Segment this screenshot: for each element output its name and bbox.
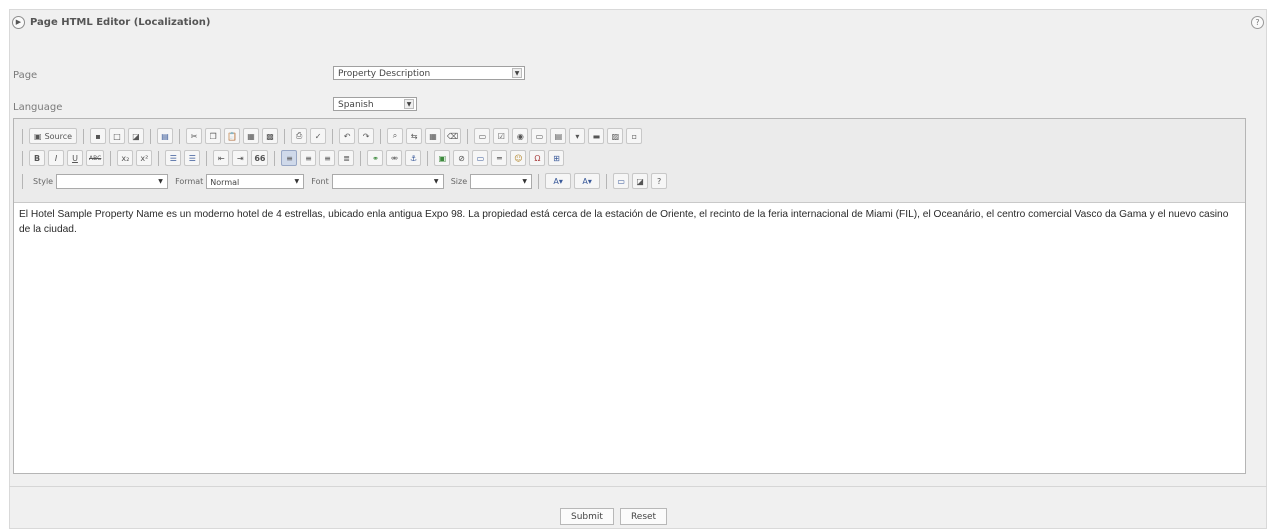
image-button-icon[interactable]: ▨ <box>607 128 624 144</box>
superscript-button[interactable]: x² <box>136 150 153 166</box>
bulleted-list-icon[interactable]: ☰ <box>184 150 201 166</box>
reset-button[interactable]: Reset <box>619 508 668 525</box>
table-icon[interactable]: ▭ <box>472 150 489 166</box>
italic-button[interactable]: I <box>48 150 64 166</box>
print-icon[interactable]: ⎙ <box>291 128 308 144</box>
help-icon[interactable]: ? <box>1251 16 1264 29</box>
style-select[interactable]: ▼ <box>56 173 169 189</box>
source-label: Source <box>44 131 73 141</box>
checkbox-icon[interactable]: ☑ <box>493 128 510 144</box>
page-select[interactable]: Property Description ▼ <box>333 66 525 80</box>
smiley-icon[interactable]: ☺ <box>510 150 527 166</box>
toolbar-row-3: Style ▼ Format Normal ▼ Font ▼ Size ▼ A▾ <box>19 171 668 191</box>
outdent-icon[interactable]: ⇤ <box>213 150 230 166</box>
size-select[interactable]: ▼ <box>470 173 533 189</box>
format-label: Format <box>175 176 204 186</box>
source-icon: ▣ <box>34 131 42 141</box>
align-right-icon[interactable]: ≡ <box>319 150 336 166</box>
collapse-arrow-icon[interactable]: ▶ <box>12 16 25 29</box>
unlink-icon[interactable]: ⚮ <box>386 150 403 166</box>
chevron-down-icon: ▼ <box>512 68 522 78</box>
underline-button[interactable]: U <box>67 150 83 166</box>
background-color-icon[interactable]: A▾ <box>574 173 601 189</box>
panel-header: ▶ Page HTML Editor (Localization) <box>12 16 210 29</box>
remove-format-icon[interactable]: ⌫ <box>444 128 462 144</box>
paste-text-icon[interactable]: ▦ <box>243 128 260 144</box>
about-button[interactable]: ? <box>651 173 668 189</box>
font-select[interactable]: ▼ <box>331 173 444 189</box>
horizontal-rule-icon[interactable]: ═ <box>491 150 508 166</box>
font-label: Font <box>311 176 329 186</box>
find-icon[interactable]: ⌕ <box>387 128 404 144</box>
templates-icon[interactable]: ▤ <box>157 128 174 144</box>
strikethrough-button[interactable]: ABC <box>86 150 105 166</box>
chevron-down-icon: ▼ <box>158 177 163 185</box>
format-select-value: Normal <box>210 177 240 187</box>
image-icon[interactable]: ▣ <box>434 150 451 166</box>
rich-text-editor: ▣ Source ▪ □ ◪ ▤ ✂ ❐ 📋 ▦ ▩ ⎙ ✓ ↶ ↷ ⌕ ⇆ ▦ <box>13 118 1246 474</box>
bold-button[interactable]: B <box>29 150 45 166</box>
submit-button[interactable]: Submit <box>560 508 614 525</box>
chevron-down-icon: ▼ <box>522 177 527 185</box>
toolbar-row-1: ▣ Source ▪ □ ◪ ▤ ✂ ❐ 📋 ▦ ▩ ⎙ ✓ ↶ ↷ ⌕ ⇆ ▦ <box>19 126 643 146</box>
numbered-list-icon[interactable]: ☰ <box>165 150 182 166</box>
align-center-icon[interactable]: ≡ <box>300 150 317 166</box>
align-left-icon[interactable]: ≡ <box>281 150 298 166</box>
page-select-value: Property Description <box>338 69 431 79</box>
show-blocks-icon[interactable]: ◪ <box>632 173 649 189</box>
chevron-down-icon: ▼ <box>433 177 439 185</box>
page-label: Page <box>13 70 38 81</box>
form-icon[interactable]: ▭ <box>474 128 491 144</box>
editor-content[interactable]: El Hotel Sample Property Name es un mode… <box>19 207 1239 237</box>
radio-icon[interactable]: ◉ <box>512 128 529 144</box>
redo-icon[interactable]: ↷ <box>358 128 375 144</box>
paste-icon[interactable]: 📋 <box>224 128 241 144</box>
footer-divider <box>9 486 1267 487</box>
format-select[interactable]: Normal ▼ <box>206 173 305 189</box>
button-field-icon[interactable]: ▬ <box>588 128 605 144</box>
justify-icon[interactable]: ≣ <box>338 150 355 166</box>
page-break-icon[interactable]: ⊞ <box>548 150 565 166</box>
toolbar-row-2: B I U ABC x₂ x² ☰ ☰ ⇤ ⇥ 66 ≡ ≡ ≡ ≣ ⚭ ⚮ ⚓… <box>19 148 565 168</box>
chevron-down-icon: ▼ <box>294 177 300 185</box>
subscript-button[interactable]: x₂ <box>117 150 134 166</box>
spellcheck-icon[interactable]: ✓ <box>310 128 327 144</box>
blockquote-button[interactable]: 66 <box>251 150 269 166</box>
hidden-field-icon[interactable]: ▫ <box>626 128 643 144</box>
text-color-icon[interactable]: A▾ <box>545 173 572 189</box>
language-label: Language <box>13 102 63 113</box>
panel-title: Page HTML Editor (Localization) <box>30 17 211 28</box>
link-icon[interactable]: ⚭ <box>367 150 384 166</box>
size-label: Size <box>450 176 468 186</box>
copy-icon[interactable]: ❐ <box>205 128 222 144</box>
save-icon[interactable]: ▪ <box>90 128 107 144</box>
style-label: Style <box>33 176 54 186</box>
language-select-value: Spanish <box>338 100 374 110</box>
form-actions: Submit Reset <box>560 508 668 525</box>
paste-word-icon[interactable]: ▩ <box>262 128 279 144</box>
cut-icon[interactable]: ✂ <box>186 128 203 144</box>
new-page-icon[interactable]: □ <box>109 128 126 144</box>
chevron-down-icon: ▼ <box>404 99 414 109</box>
anchor-icon[interactable]: ⚓ <box>405 150 422 166</box>
textarea-icon[interactable]: ▤ <box>550 128 567 144</box>
special-char-icon[interactable]: Ω <box>529 150 546 166</box>
undo-icon[interactable]: ↶ <box>339 128 356 144</box>
source-button[interactable]: ▣ Source <box>29 128 78 144</box>
flash-icon[interactable]: ⊘ <box>453 150 470 166</box>
maximize-icon[interactable]: ▭ <box>613 173 630 189</box>
preview-icon[interactable]: ◪ <box>128 128 145 144</box>
select-all-icon[interactable]: ▦ <box>425 128 442 144</box>
replace-icon[interactable]: ⇆ <box>406 128 423 144</box>
select-field-icon[interactable]: ▾ <box>569 128 586 144</box>
editor-toolbar: ▣ Source ▪ □ ◪ ▤ ✂ ❐ 📋 ▦ ▩ ⎙ ✓ ↶ ↷ ⌕ ⇆ ▦ <box>14 119 1245 203</box>
textfield-icon[interactable]: ▭ <box>531 128 548 144</box>
language-select[interactable]: Spanish ▼ <box>333 97 417 111</box>
indent-icon[interactable]: ⇥ <box>232 150 249 166</box>
